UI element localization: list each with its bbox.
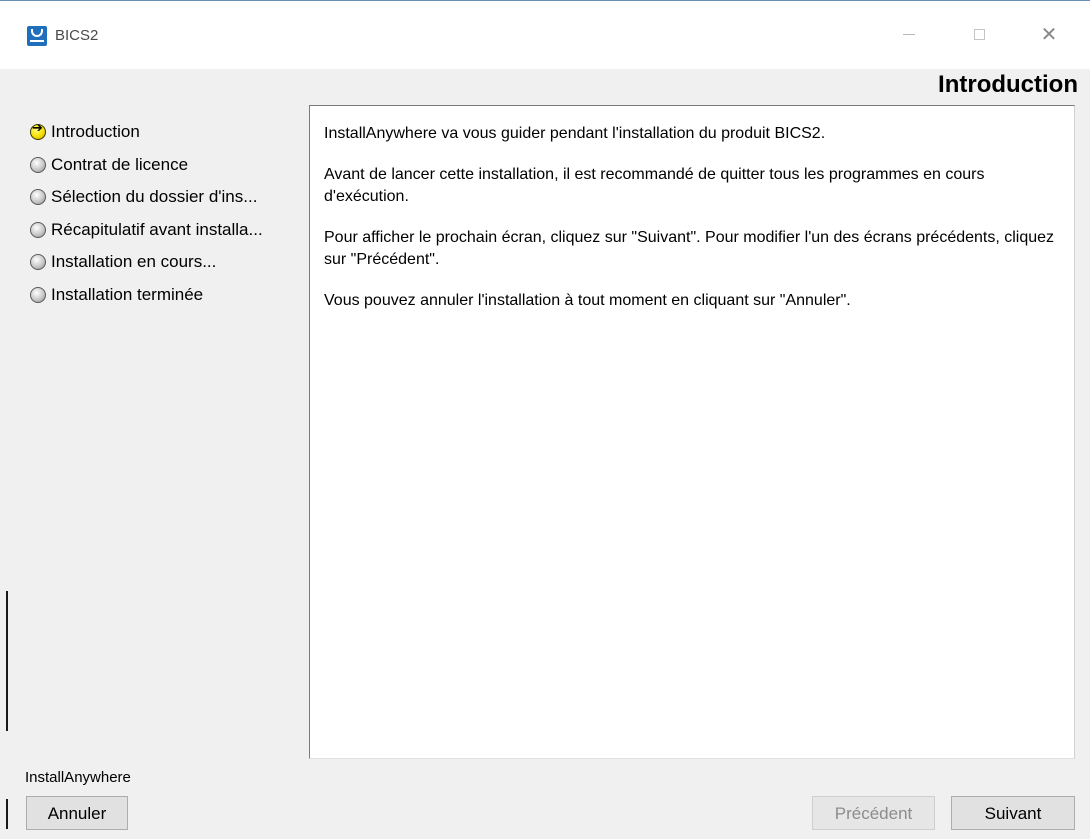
step-bullet-icon: [30, 221, 46, 238]
step-label: Installation en cours...: [51, 252, 217, 272]
step-label: Contrat de licence: [51, 154, 189, 174]
background-edge: [6, 591, 8, 731]
step-list: Introduction Contrat de licence Sélectio…: [30, 120, 300, 316]
next-button[interactable]: Suivant: [951, 796, 1075, 830]
maximize-button[interactable]: [956, 17, 1002, 51]
cancel-button[interactable]: Annuler: [26, 796, 128, 830]
page-title: Introduction: [938, 71, 1078, 98]
minimize-button[interactable]: [886, 17, 932, 51]
step-bullet-icon: [30, 286, 46, 303]
minimize-icon: [903, 34, 915, 35]
step-item-license: Contrat de licence: [30, 153, 300, 186]
step-bullet-icon: [30, 254, 46, 271]
content-panel: InstallAnywhere va vous guider pendant l…: [309, 105, 1075, 759]
background-edge: [6, 799, 8, 829]
current-step-arrow-icon: [30, 121, 46, 140]
intro-paragraph: InstallAnywhere va vous guider pendant l…: [324, 125, 826, 142]
app-logo-icon: [27, 26, 47, 46]
intro-paragraph: Vous pouvez annuler l'installation à tou…: [324, 292, 851, 309]
step-bullet-icon: [30, 156, 46, 173]
step-label: Sélection du dossier d'ins...: [51, 187, 258, 207]
title-bar[interactable]: BICS2 ✕: [0, 1, 1090, 69]
step-bullet-icon: [30, 189, 46, 206]
step-item-folder: Sélection du dossier d'ins...: [30, 185, 300, 218]
close-icon: ✕: [1040, 22, 1058, 46]
close-button[interactable]: ✕: [1026, 17, 1072, 51]
previous-button[interactable]: Précédent: [812, 796, 935, 830]
step-item-complete: Installation terminée: [30, 283, 300, 316]
intro-paragraph: Avant de lancer cette installation, il e…: [324, 166, 985, 205]
step-item-summary: Récapitulatif avant installa...: [30, 218, 300, 251]
brand-label: InstallAnywhere: [25, 769, 131, 786]
maximize-icon: [973, 29, 985, 40]
step-item-introduction: Introduction: [30, 120, 300, 153]
window-title: BICS2: [55, 27, 99, 44]
installer-window: BICS2 ✕ Introduction Introduction Contra…: [0, 0, 1090, 839]
step-label: Installation terminée: [51, 284, 204, 304]
step-label: Récapitulatif avant installa...: [51, 219, 263, 239]
step-item-installing: Installation en cours...: [30, 250, 300, 283]
intro-paragraph: Pour afficher le prochain écran, cliquez…: [324, 229, 1055, 268]
step-label: Introduction: [51, 122, 140, 141]
